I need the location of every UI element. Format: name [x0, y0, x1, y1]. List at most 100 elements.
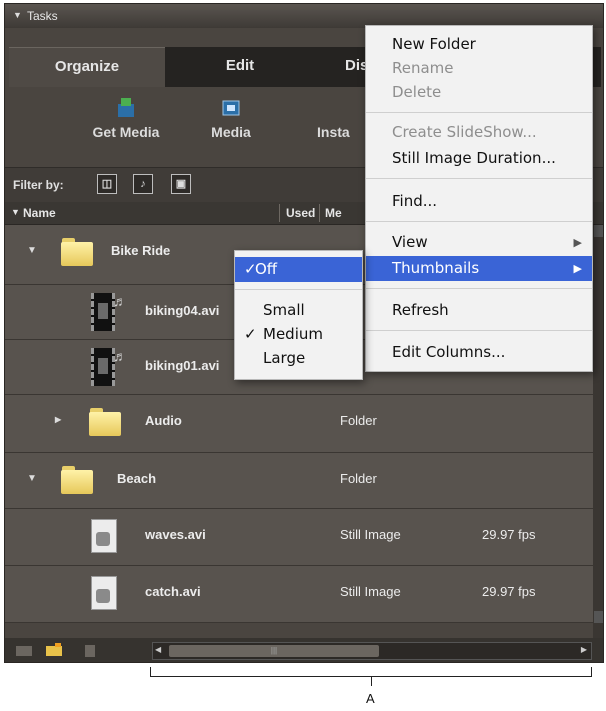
video-clip-icon [91, 348, 115, 386]
item-name: Bike Ride [111, 243, 171, 258]
media-icon [222, 98, 240, 118]
speaker-icon: ♬ [113, 348, 127, 364]
expand-triangle-icon[interactable]: ▼ [27, 245, 37, 256]
menu-item-label: Still Image Duration... [392, 149, 556, 167]
bottom-bar: ◀ ||| ▶ [5, 638, 603, 662]
context-menu: New Folder Rename Delete Create SlideSho… [365, 25, 593, 372]
menu-item-label: Edit Columns... [392, 343, 506, 361]
submenu-arrow-icon: ▶ [573, 236, 582, 249]
item-name: Audio [145, 413, 182, 428]
collapse-triangle-icon[interactable]: ▼ [13, 10, 22, 20]
menu-item-label: New Folder [392, 35, 476, 53]
submenu-item-small[interactable]: Small [235, 298, 362, 323]
item-name: catch.avi [145, 584, 201, 599]
expand-triangle-icon[interactable]: ▼ [27, 473, 37, 484]
menu-item-delete[interactable]: Delete [366, 80, 592, 105]
menu-item-still-image-duration[interactable]: Still Image Duration... [366, 146, 592, 171]
menu-item-label: Thumbnails [392, 259, 480, 277]
item-type: Still Image [340, 527, 401, 542]
item-name: Beach [117, 471, 157, 486]
new-album-icon[interactable] [15, 643, 33, 657]
tab-organize[interactable]: Organize [9, 47, 165, 87]
tab-edit[interactable]: Edit [165, 47, 315, 87]
item-type: Folder [340, 413, 377, 428]
menu-item-label: View [392, 233, 428, 251]
new-folder-icon[interactable] [45, 643, 63, 657]
list-item[interactable]: ▶ Audio Folder [5, 395, 593, 453]
column-name[interactable]: Name [23, 206, 56, 220]
menu-separator [366, 178, 592, 179]
menu-item-view[interactable]: View ▶ [366, 230, 592, 255]
menu-item-label: Find... [392, 192, 438, 210]
speaker-icon: ♬ [113, 293, 127, 309]
item-name: biking01.avi [145, 358, 220, 373]
menu-separator [366, 221, 592, 222]
still-image-icon [91, 519, 117, 553]
item-type: Still Image [340, 584, 401, 599]
list-item[interactable]: waves.avi Still Image 29.97 fps [5, 509, 593, 566]
menu-item-label: Medium [263, 325, 323, 343]
submenu-item-off[interactable]: ✓ Off [235, 257, 362, 282]
menu-separator [366, 330, 592, 331]
filter-still-image-icon[interactable]: ▣ [171, 174, 191, 194]
menu-item-thumbnails[interactable]: Thumbnails ▶ [366, 256, 592, 281]
menu-item-label: Small [263, 301, 305, 319]
callout-tick [371, 676, 372, 686]
get-media-button[interactable]: Get Media [81, 98, 171, 140]
list-item[interactable]: ▼ Beach Folder [5, 453, 593, 509]
submenu-item-large[interactable]: Large [235, 346, 362, 371]
menu-item-label: Off [255, 260, 278, 278]
checkmark-icon: ✓ [244, 325, 257, 343]
instant-fix-label: Insta [317, 124, 350, 140]
folder-icon [61, 238, 93, 266]
get-media-label: Get Media [92, 124, 160, 140]
menu-item-rename[interactable]: Rename [366, 56, 592, 81]
column-divider[interactable] [319, 204, 320, 222]
menu-separator [366, 112, 592, 113]
menu-item-create-slideshow[interactable]: Create SlideShow... [366, 120, 592, 145]
scroll-thumb[interactable]: ||| [169, 645, 379, 657]
menu-item-find[interactable]: Find... [366, 189, 592, 214]
submenu-item-medium[interactable]: ✓ Medium [235, 322, 362, 347]
menu-item-label: Refresh [392, 301, 449, 319]
menu-item-label: Rename [392, 59, 454, 77]
column-media-type[interactable]: Me [325, 206, 342, 220]
filter-audio-icon[interactable]: ♪ [133, 174, 153, 194]
list-item[interactable]: catch.avi Still Image 29.97 fps [5, 566, 593, 623]
menu-item-label: Large [263, 349, 306, 367]
menu-item-new-folder[interactable]: New Folder [366, 32, 592, 57]
column-used[interactable]: Used [286, 206, 315, 220]
expand-triangle-icon[interactable]: ▶ [55, 415, 61, 424]
item-frame-rate: 29.97 fps [482, 527, 536, 542]
column-divider[interactable] [279, 204, 280, 222]
filter-video-icon[interactable]: ◫ [97, 174, 117, 194]
vertical-scrollbar[interactable] [593, 225, 603, 638]
scroll-up-arrow[interactable] [594, 225, 603, 237]
scroll-down-arrow[interactable] [594, 611, 603, 623]
get-media-icon [117, 98, 135, 118]
callout-label: A [366, 691, 375, 706]
item-name: biking04.avi [145, 303, 220, 318]
folder-icon [89, 408, 121, 436]
item-name: waves.avi [145, 527, 206, 542]
media-label: Media [211, 124, 251, 140]
item-frame-rate: 29.97 fps [482, 584, 536, 599]
thumbnails-submenu: ✓ Off Small ✓ Medium Large [234, 250, 363, 380]
trash-icon[interactable] [81, 643, 99, 657]
instant-fix-button[interactable]: Insta [317, 98, 367, 140]
submenu-arrow-icon: ▶ [573, 262, 582, 275]
menu-separator [235, 289, 362, 290]
media-button[interactable]: Media [201, 98, 261, 140]
scroll-right-arrow[interactable]: ▶ [581, 645, 587, 654]
instant-fix-icon [333, 98, 351, 118]
filter-label: Filter by: [13, 178, 64, 192]
menu-separator [366, 288, 592, 289]
video-clip-icon [91, 293, 115, 331]
horizontal-scrollbar[interactable]: ◀ ||| ▶ [152, 642, 592, 660]
still-image-icon [91, 576, 117, 610]
menu-item-refresh[interactable]: Refresh [366, 298, 592, 323]
menu-item-edit-columns[interactable]: Edit Columns... [366, 340, 592, 365]
scroll-left-arrow[interactable]: ◀ [155, 645, 161, 654]
menu-item-label: Delete [392, 83, 442, 101]
sort-arrow-icon[interactable]: ▼ [11, 207, 20, 217]
